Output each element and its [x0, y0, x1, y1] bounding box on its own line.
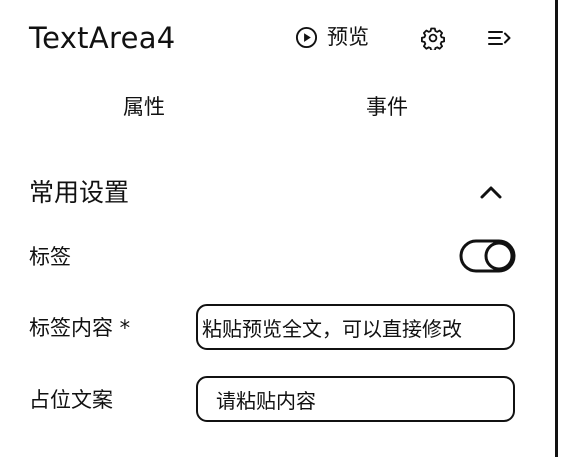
label-content-label: 标签内容 *	[29, 316, 131, 340]
preview-button[interactable]: 预览	[295, 22, 369, 52]
tab-events[interactable]: 事件	[366, 92, 408, 122]
placeholder-text-input[interactable]	[198, 378, 513, 420]
tab-properties[interactable]: 属性	[123, 92, 165, 122]
preview-label: 预览	[327, 25, 369, 49]
label-content-input[interactable]	[198, 306, 513, 348]
property-panel: TextArea4 预览 属性 事件 常用设置 标签 标签内容 * 粘贴预览全文…	[0, 0, 555, 457]
play-circle-icon	[295, 26, 318, 48]
label-toggle-switch[interactable]	[459, 239, 516, 273]
panel-divider	[555, 0, 558, 457]
label-content-input-box	[196, 304, 515, 350]
collapse-panel-icon[interactable]	[487, 26, 513, 50]
label-toggle-label: 标签	[29, 245, 71, 269]
chevron-up-icon[interactable]	[477, 180, 505, 204]
placeholder-text-input-box	[196, 376, 515, 422]
section-title: 常用设置	[29, 178, 130, 207]
tab-bar: 属性 事件	[0, 78, 555, 138]
gear-icon[interactable]	[421, 26, 445, 50]
panel-header: TextArea4 预览	[0, 0, 555, 78]
placeholder-text-label: 占位文案	[29, 388, 113, 412]
component-title: TextArea4	[29, 21, 176, 55]
